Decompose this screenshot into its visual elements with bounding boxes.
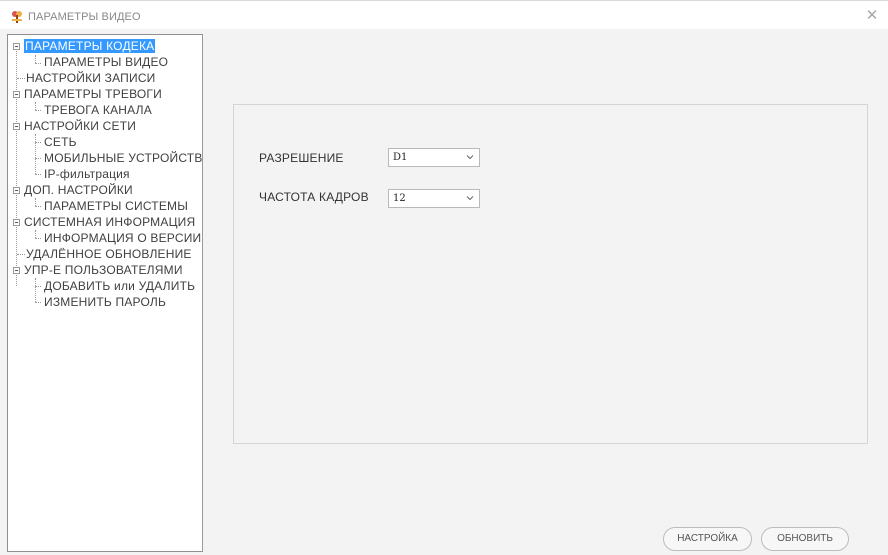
tree-item-network-settings[interactable]: НАСТРОЙКИ СЕТИ	[24, 119, 136, 134]
tree-item-label: СЕТЬ	[44, 135, 77, 149]
tree-connector	[35, 110, 41, 111]
tree-item-change-password[interactable]: ИЗМЕНИТЬ ПАРОЛЬ	[44, 295, 166, 310]
close-icon[interactable]: ✕	[864, 8, 880, 24]
tree-item-label: ТРЕВОГА КАНАЛА	[44, 103, 152, 117]
tree-connector	[35, 134, 36, 174]
tree-item-system-params[interactable]: ПАРАМЕТРЫ СИСТЕМЫ	[44, 199, 188, 214]
tree-item-record-settings[interactable]: НАСТРОЙКИ ЗАПИСИ	[26, 71, 156, 86]
resolution-select[interactable]: D1	[388, 148, 480, 167]
chevron-down-icon	[466, 155, 474, 160]
tree-connector	[35, 230, 36, 238]
collapse-toggle[interactable]	[13, 91, 20, 98]
chevron-down-icon	[466, 196, 474, 201]
tree-item-label: НАСТРОЙКИ СЕТИ	[24, 119, 137, 133]
tree-connector	[35, 206, 41, 207]
tree-item-video-params[interactable]: ПАРАМЕТРЫ ВИДЕО	[44, 55, 168, 70]
framerate-select[interactable]: 12	[388, 189, 480, 208]
tree-item-add-remove-user[interactable]: ДОБАВИТЬ или УДАЛИТЬ	[44, 279, 195, 294]
refresh-button[interactable]: ОБНОВИТЬ	[761, 527, 849, 551]
title-bar: ПАРАМЕТРЫ ВИДЕО ✕	[0, 0, 888, 29]
tree-item-channel-alarm[interactable]: ТРЕВОГА КАНАЛА	[44, 103, 152, 118]
tree-connector	[35, 63, 41, 64]
tree-connector	[35, 286, 41, 287]
tree-connector	[35, 278, 36, 302]
tree-item-network[interactable]: СЕТЬ	[44, 135, 77, 150]
collapse-toggle[interactable]	[13, 219, 20, 226]
tree-item-label: СИСТЕМНАЯ ИНФОРМАЦИЯ	[24, 215, 196, 229]
tree-item-user-management[interactable]: УПР-Е ПОЛЬЗОВАТЕЛЯМИ	[24, 263, 183, 278]
tree-connector	[16, 47, 17, 286]
tree-item-codec-params[interactable]: ПАРАМЕТРЫ КОДЕКА	[24, 39, 156, 54]
collapse-toggle[interactable]	[13, 43, 20, 50]
resolution-value: D1	[393, 152, 408, 163]
tree-item-advanced-settings[interactable]: ДОП. НАСТРОЙКИ	[24, 183, 133, 198]
tree-item-label: ДОБАВИТЬ или УДАЛИТЬ	[44, 279, 196, 293]
collapse-toggle[interactable]	[13, 123, 20, 130]
tree-item-label: IP-фильтрация	[44, 167, 130, 181]
tree-connector	[35, 55, 36, 63]
resolution-label: РАЗРЕШЕНИЕ	[259, 151, 344, 165]
framerate-label: ЧАСТОТА КАДРОВ	[259, 190, 369, 204]
tree-item-label: УПР-Е ПОЛЬЗОВАТЕЛЯМИ	[24, 263, 183, 277]
tree-item-label: ИНФОРМАЦИЯ О ВЕРСИИ	[44, 231, 202, 245]
tree-connector	[35, 238, 41, 239]
tree-item-ip-filter[interactable]: IP-фильтрация	[44, 167, 130, 182]
settings-button[interactable]: НАСТРОЙКА	[663, 527, 752, 551]
collapse-toggle[interactable]	[13, 267, 20, 274]
tree-item-label: МОБИЛЬНЫЕ УСТРОЙСТВ	[44, 151, 203, 165]
tree-connector	[17, 254, 25, 255]
tree-item-label: ДОП. НАСТРОЙКИ	[24, 183, 133, 197]
tree-connector	[35, 142, 41, 143]
tree-connector	[17, 78, 25, 79]
collapse-toggle[interactable]	[13, 187, 20, 194]
tree-item-label: ПАРАМЕТРЫ КОДЕКА	[24, 39, 156, 53]
tree-item-label: ПАРАМЕТРЫ ТРЕВОГИ	[24, 87, 162, 101]
tree-item-mobile-devices[interactable]: МОБИЛЬНЫЕ УСТРОЙСТВ	[44, 151, 203, 166]
tree-connector	[35, 102, 36, 110]
settings-tree: ПАРАМЕТРЫ КОДЕКА ПАРАМЕТРЫ ВИДЕО НАСТРОЙ…	[7, 34, 203, 552]
tree-connector	[35, 198, 36, 206]
tree-item-label: ИЗМЕНИТЬ ПАРОЛЬ	[44, 295, 167, 309]
tree-item-remote-update[interactable]: УДАЛЁННОЕ ОБНОВЛЕНИЕ	[26, 247, 192, 262]
tree-item-version-info[interactable]: ИНФОРМАЦИЯ О ВЕРСИИ	[44, 231, 201, 246]
tree-item-label: ПАРАМЕТРЫ СИСТЕМЫ	[44, 199, 189, 213]
tree-item-alarm-params[interactable]: ПАРАМЕТРЫ ТРЕВОГИ	[24, 87, 162, 102]
tree-connector	[35, 302, 41, 303]
app-tool-icon	[12, 11, 22, 23]
framerate-value: 12	[393, 193, 406, 204]
window-title: ПАРАМЕТРЫ ВИДЕО	[28, 11, 141, 23]
tree-item-label: НАСТРОЙКИ ЗАПИСИ	[26, 71, 156, 85]
tree-connector	[35, 158, 41, 159]
tree-item-system-info[interactable]: СИСТЕМНАЯ ИНФОРМАЦИЯ	[24, 215, 195, 230]
tree-connector	[35, 174, 41, 175]
tree-item-label: ПАРАМЕТРЫ ВИДЕО	[44, 55, 169, 69]
tree-item-label: УДАЛЁННОЕ ОБНОВЛЕНИЕ	[26, 247, 192, 261]
